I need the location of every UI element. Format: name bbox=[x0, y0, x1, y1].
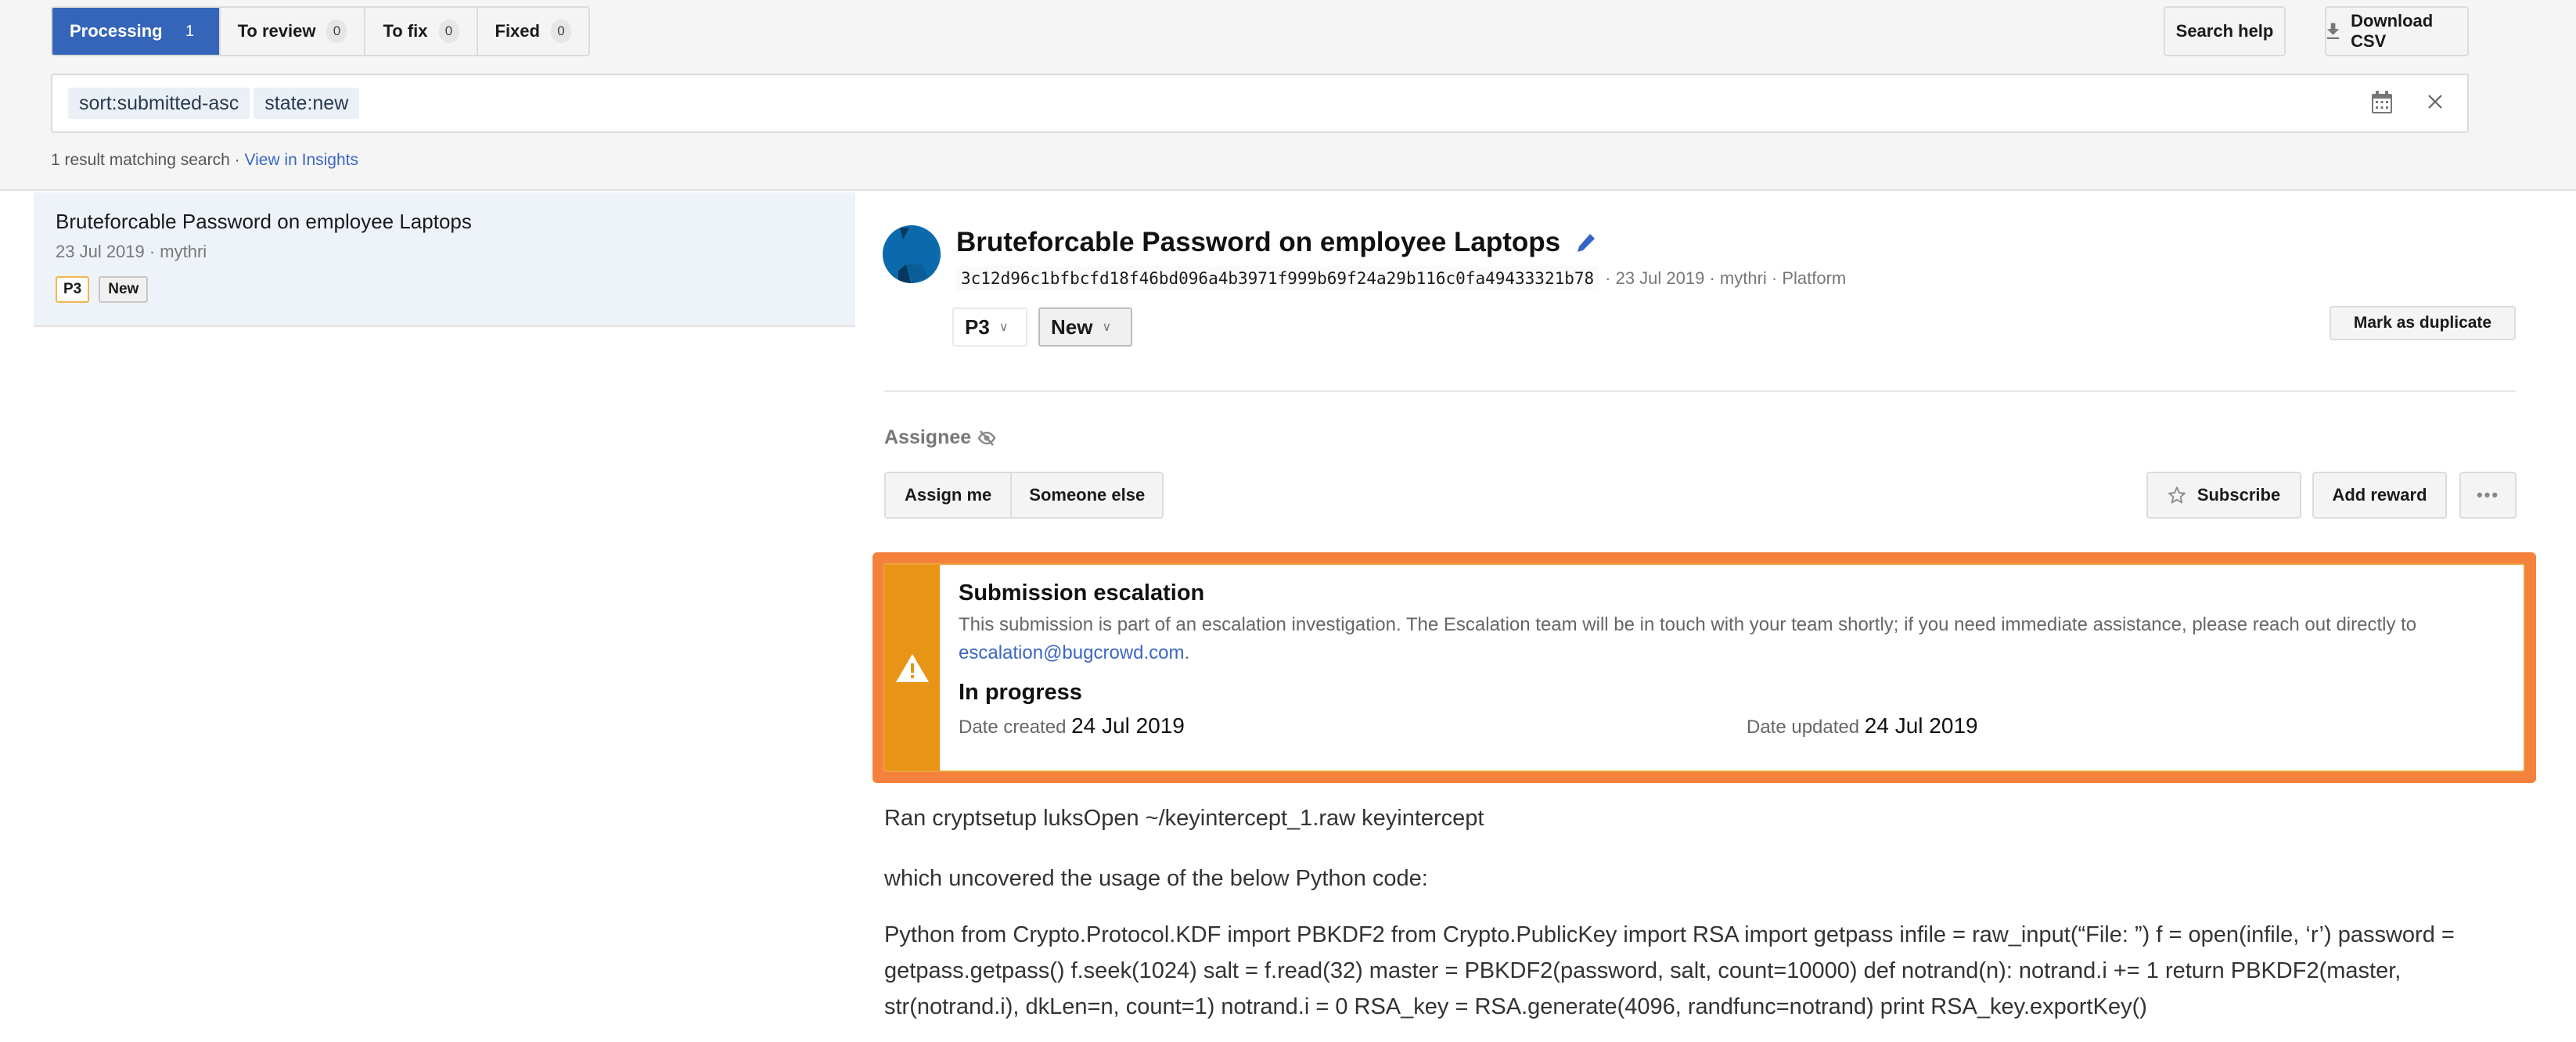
description-paragraph: which uncovered the usage of the below P… bbox=[884, 866, 1428, 891]
tab-count: 0 bbox=[438, 20, 459, 43]
escalation-status: In progress bbox=[959, 680, 1082, 705]
escalation-title: Submission escalation bbox=[959, 580, 1205, 605]
chevron-down-icon: ∨ bbox=[1102, 321, 1112, 334]
divider bbox=[884, 390, 2516, 392]
date-created-label: Date created bbox=[959, 717, 1067, 738]
search-chip-sort[interactable]: sort:submitted-asc bbox=[68, 88, 250, 119]
escalation-highlight: Submission escalation This submission is… bbox=[872, 552, 2536, 783]
tab-count: 1 bbox=[185, 22, 195, 40]
date-created-value: 24 Jul 2019 bbox=[1071, 713, 1185, 738]
search-input[interactable]: sort:submitted-asc state:new bbox=[51, 74, 2469, 133]
date-updated-label: Date updated bbox=[1747, 717, 1860, 738]
result-count: 1 result matching search bbox=[51, 151, 230, 169]
search-help-button[interactable]: Search help bbox=[2164, 6, 2286, 56]
escalation-alert: Submission escalation This submission is… bbox=[883, 563, 2525, 772]
assign-me-label: Assign me bbox=[905, 485, 992, 505]
priority-badge: P3 bbox=[56, 276, 90, 303]
warning-icon bbox=[896, 653, 929, 682]
view-in-insights-link[interactable]: View in Insights bbox=[244, 151, 358, 169]
calendar-icon[interactable] bbox=[2371, 91, 2393, 114]
tab-fixed[interactable]: Fixed 0 bbox=[478, 8, 588, 55]
submission-list-item[interactable]: Bruteforcable Password on employee Lapto… bbox=[34, 192, 855, 327]
download-csv-label: Download CSV bbox=[2351, 11, 2434, 51]
star-icon bbox=[2168, 487, 2186, 504]
tab-label: Fixed bbox=[495, 21, 540, 41]
state-select[interactable]: New ∨ bbox=[1038, 307, 1132, 347]
description-paragraph: Ran cryptsetup luksOpen ~/keyintercept_1… bbox=[884, 806, 1484, 831]
tab-label: Processing bbox=[70, 21, 163, 41]
list-item-meta: 23 Jul 2019 · mythri bbox=[56, 242, 207, 261]
submission-title: Bruteforcable Password on employee Lapto… bbox=[956, 227, 1561, 257]
detail-title-row: Bruteforcable Password on employee Lapto… bbox=[956, 227, 1598, 258]
tab-label: To review bbox=[237, 21, 316, 41]
eye-off-icon bbox=[977, 429, 996, 446]
priority-value: P3 bbox=[965, 314, 990, 339]
escalation-text: This submission is part of an escalation… bbox=[959, 611, 2524, 667]
submission-hash: 3c12d96c1bfbcfd18f46bd096a4b3971f999b69f… bbox=[956, 266, 1599, 291]
list-item-title: Bruteforcable Password on employee Lapto… bbox=[56, 210, 472, 233]
add-reward-button[interactable]: Add reward bbox=[2312, 472, 2447, 519]
download-csv-button[interactable]: Download CSV bbox=[2325, 6, 2469, 56]
assignee-label: Assignee bbox=[884, 426, 972, 448]
assign-button-group: Assign me Someone else bbox=[884, 472, 1164, 519]
search-help-label: Search help bbox=[2175, 21, 2274, 41]
submission-meta: 3c12d96c1bfbcfd18f46bd096a4b3971f999b69f… bbox=[956, 266, 1846, 291]
alert-strip bbox=[885, 565, 940, 771]
close-icon[interactable] bbox=[2426, 92, 2445, 111]
subscribe-button[interactable]: Subscribe bbox=[2146, 472, 2301, 519]
escalation-email-link[interactable]: escalation@bugcrowd.com bbox=[959, 642, 1185, 663]
avatar bbox=[883, 225, 941, 283]
escalation-message: This submission is part of an escalation… bbox=[959, 614, 2417, 635]
subscribe-label: Subscribe bbox=[2196, 485, 2281, 505]
date-updated-value: 24 Jul 2019 bbox=[1864, 713, 1978, 738]
tab-to-review[interactable]: To review 0 bbox=[221, 8, 366, 55]
assignee-heading: Assignee bbox=[884, 426, 996, 449]
tab-processing[interactable]: Processing 1 bbox=[52, 8, 221, 55]
someone-else-button[interactable]: Someone else bbox=[1010, 473, 1162, 517]
chevron-down-icon: ∨ bbox=[998, 321, 1009, 334]
tab-label: To fix bbox=[383, 21, 428, 41]
description-code-paragraph: Python from Crypto.Protocol.KDF import P… bbox=[884, 922, 2455, 1019]
date-updated: Date updated 24 Jul 2019 bbox=[1747, 713, 2524, 738]
submission-meta-text: · 23 Jul 2019 · mythri · Platform bbox=[1605, 268, 1847, 288]
date-created: Date created 24 Jul 2019 bbox=[959, 713, 1747, 738]
escalation-message-end: . bbox=[1184, 642, 1190, 663]
pencil-icon[interactable] bbox=[1574, 231, 1598, 254]
mark-as-duplicate-button[interactable]: Mark as duplicate bbox=[2330, 306, 2516, 340]
state-tabs: Processing 1 To review 0 To fix 0 Fixed … bbox=[51, 6, 590, 56]
separator: · bbox=[229, 151, 245, 169]
download-icon bbox=[2326, 23, 2340, 39]
tab-to-fix[interactable]: To fix 0 bbox=[365, 8, 478, 55]
search-chip-state[interactable]: state:new bbox=[254, 88, 360, 119]
tab-count: 0 bbox=[550, 20, 571, 43]
state-value: New bbox=[1051, 314, 1093, 339]
assign-me-button[interactable]: Assign me bbox=[886, 473, 1010, 517]
more-options-button[interactable]: ••• bbox=[2459, 472, 2517, 519]
priority-select[interactable]: P3 ∨ bbox=[952, 307, 1027, 347]
tab-count: 0 bbox=[326, 20, 347, 43]
more-icon: ••• bbox=[2476, 485, 2500, 505]
state-badge: New bbox=[99, 276, 149, 303]
mark-as-duplicate-label: Mark as duplicate bbox=[2353, 314, 2492, 332]
add-reward-label: Add reward bbox=[2332, 485, 2427, 505]
result-summary: 1 result matching search · View in Insig… bbox=[51, 151, 358, 170]
someone-else-label: Someone else bbox=[1029, 485, 1146, 505]
